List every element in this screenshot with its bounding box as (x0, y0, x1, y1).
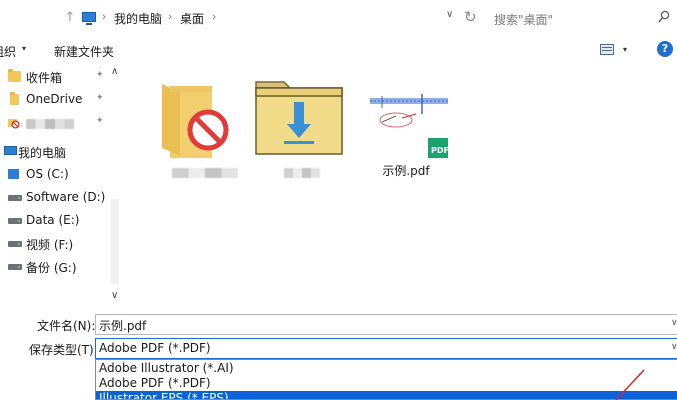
address-bar: ↑ › 我的电脑 › 桌面 › ∨ ↻ 搜索"桌面" (0, 0, 677, 36)
new-folder-button[interactable]: 新建文件夹 (54, 43, 114, 60)
drive-icon (8, 195, 22, 201)
pin-icon: ✦ (96, 70, 104, 80)
breadcrumb-separator[interactable]: › (168, 10, 172, 23)
organize-chevron-icon[interactable]: ▾ (22, 44, 26, 53)
sidebar-item-label: Software (D:) (26, 190, 106, 204)
organize-button[interactable]: 组织 (0, 43, 16, 60)
sidebar-item-label: 我的电脑 (18, 146, 67, 160)
filetype-chevron-icon[interactable]: ∨ (671, 342, 677, 352)
blocked-icon (8, 119, 20, 129)
file-item-pdf[interactable]: PDF 示例.pdf (362, 64, 462, 194)
sidebar-item-label: Data (E:) (26, 213, 80, 227)
file-item-download-folder[interactable] (254, 64, 354, 194)
sidebar-item-drive-g[interactable]: 备份 (G:) (0, 256, 126, 278)
search-icon[interactable] (658, 10, 670, 24)
sidebar-item-redacted[interactable]: ✦ (0, 112, 126, 134)
sidebar-item-label: 视频 (F:) (26, 238, 74, 252)
filetype-select[interactable]: Adobe PDF (*.PDF) ∨ (95, 338, 677, 359)
help-icon[interactable]: ? (657, 41, 673, 57)
view-options-icon[interactable] (600, 44, 614, 55)
sidebar-scrollbar[interactable] (111, 199, 119, 284)
address-history-chevron-icon[interactable]: ∨ (446, 9, 453, 20)
pdf-badge: PDF (431, 146, 449, 155)
toolbar: 组织 ▾ 新建文件夹 ▾ ? (0, 36, 677, 64)
sidebar-item-label-redacted (26, 119, 74, 129)
filetype-option-pdf[interactable]: Adobe PDF (*.PDF) (96, 376, 677, 390)
filename-label: 文件名(N): (37, 319, 96, 333)
refresh-icon[interactable]: ↻ (464, 8, 477, 26)
sidebar-item-drive-e[interactable]: Data (E:) (0, 210, 126, 232)
breadcrumb[interactable]: › 我的电脑 › 桌面 › (80, 9, 440, 27)
sidebar-item-label: 备份 (G:) (26, 261, 77, 275)
computer-icon (4, 146, 17, 155)
filetype-option-eps[interactable]: Illustrator EPS (*.EPS) (96, 391, 677, 399)
filename-value: 示例.pdf (99, 319, 147, 333)
blocked-folder-icon (162, 84, 229, 158)
filetype-value: Adobe PDF (*.PDF) (99, 341, 211, 355)
file-item-blocked-folder[interactable] (156, 64, 256, 194)
filename-field[interactable]: 示例.pdf ∨ (95, 314, 677, 335)
sidebar-item-inbox[interactable]: 收件箱 ✦ (0, 66, 126, 88)
filetype-dropdown-list: Adobe Illustrator (*.AI) Adobe PDF (*.PD… (95, 359, 677, 400)
view-options-chevron-icon[interactable]: ▾ (623, 45, 627, 54)
file-name-redacted (284, 168, 320, 178)
search-input[interactable]: 搜索"桌面" (494, 11, 553, 28)
filename-history-chevron-icon[interactable]: ∨ (671, 318, 677, 328)
filetype-label: 保存类型(T): (29, 343, 98, 357)
sidebar-item-drive-f[interactable]: 视频 (F:) (0, 233, 126, 255)
filetype-option-ai[interactable]: Adobe Illustrator (*.AI) (96, 361, 677, 375)
filetype-row: 保存类型(T): Adobe PDF (*.PDF) ∨ (0, 338, 677, 360)
breadcrumb-separator[interactable]: › (102, 10, 106, 23)
sidebar-item-drive-c[interactable]: OS (C:) (0, 164, 126, 186)
sidebar-scroll-down-icon[interactable]: ∨ (111, 290, 118, 301)
os-drive-icon (8, 169, 19, 179)
drive-icon (8, 218, 22, 224)
sidebar-item-onedrive[interactable]: OneDrive ✦ (0, 89, 126, 111)
file-name-redacted (172, 168, 238, 178)
pin-icon: ✦ (96, 93, 104, 103)
navigation-sidebar: ∧ 收件箱 ✦ OneDrive ✦ ✦ 我的电脑 OS (C:) Softwa… (0, 64, 126, 310)
file-list: PDF 示例.pdf (126, 64, 677, 310)
breadcrumb-item-desktop[interactable]: 桌面 (180, 10, 204, 27)
folder-icon (8, 69, 21, 82)
pin-icon: ✦ (96, 116, 104, 126)
folder-icon (10, 92, 19, 105)
sidebar-item-label: OneDrive (26, 92, 83, 106)
sidebar-item-label: OS (C:) (26, 167, 69, 181)
computer-icon (82, 12, 96, 25)
sidebar-item-label: 收件箱 (26, 71, 63, 85)
sidebar-item-drive-d[interactable]: Software (D:) (0, 187, 126, 209)
breadcrumb-separator[interactable]: › (212, 10, 216, 23)
drive-icon (8, 264, 22, 270)
drive-icon (8, 241, 22, 247)
up-arrow-icon[interactable]: ↑ (62, 8, 78, 28)
breadcrumb-item-my-computer[interactable]: 我的电脑 (114, 10, 162, 27)
file-name: 示例.pdf (382, 164, 430, 178)
filename-row: 文件名(N): 示例.pdf ∨ (0, 314, 677, 336)
download-folder-icon (255, 81, 343, 155)
sidebar-item-my-computer[interactable]: 我的电脑 (0, 141, 126, 163)
